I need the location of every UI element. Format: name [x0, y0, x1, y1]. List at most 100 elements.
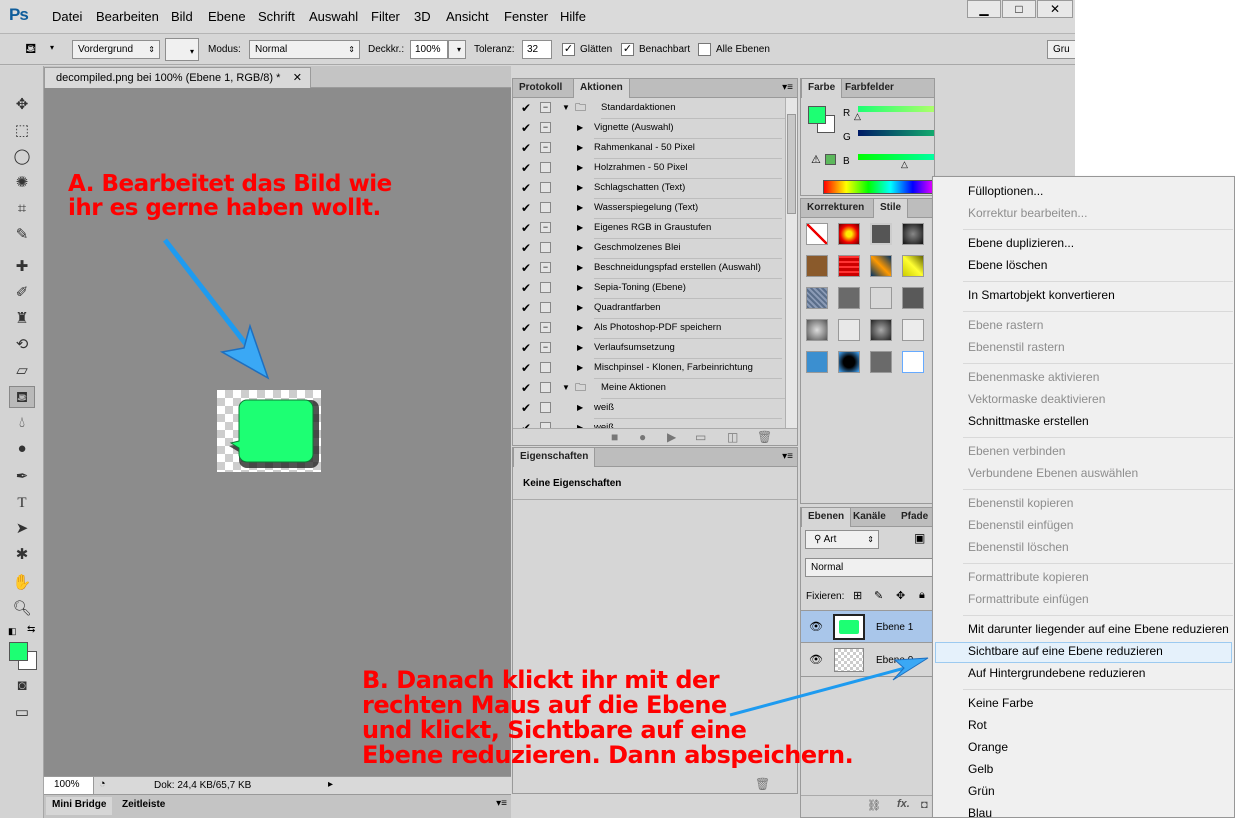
actions-scrollbar[interactable]: [785, 98, 797, 428]
action-row[interactable]: ✔ ▶ Holzrahmen - 50 Pixel: [513, 158, 785, 179]
brush-tool-icon[interactable]: ✐: [9, 282, 35, 304]
menu-ebene[interactable]: Ebene: [208, 9, 246, 24]
context-menu-item[interactable]: Ebenenstil rastern: [968, 340, 1065, 354]
dialog-toggle-icon[interactable]: [540, 282, 551, 293]
trash-icon[interactable]: 🗑︎: [757, 430, 772, 444]
web-safe-color-chip[interactable]: [825, 154, 836, 165]
stop-icon[interactable]: ■: [611, 430, 618, 444]
collapse-triangle-icon[interactable]: ▶: [577, 318, 583, 338]
checkmark-icon[interactable]: ✔: [521, 238, 531, 258]
checkmark-icon[interactable]: ✔: [521, 378, 531, 398]
action-row[interactable]: ✔ − ▶ Rahmenkanal - 50 Pixel: [513, 138, 785, 159]
foreground-color-swatch[interactable]: [9, 642, 28, 661]
checkmark-icon[interactable]: ✔: [521, 358, 531, 378]
tab-channels[interactable]: Kanäle: [847, 508, 892, 527]
action-row[interactable]: ✔ − ▶ Verlaufsumsetzung: [513, 338, 785, 359]
menu-auswahl[interactable]: Auswahl: [309, 9, 358, 24]
healing-brush-tool-icon[interactable]: ✚: [9, 256, 35, 278]
swap-colors-icon[interactable]: ⇆: [27, 624, 35, 635]
checkmark-icon[interactable]: ✔: [521, 118, 531, 138]
smoothing-checkbox[interactable]: ✓: [562, 43, 575, 56]
close-tab-icon[interactable]: ✕: [293, 71, 302, 84]
status-menu-arrow-icon[interactable]: ▸: [328, 779, 333, 790]
context-menu-item[interactable]: Keine Farbe: [968, 696, 1033, 710]
context-menu-item[interactable]: Ebenenstil einfügen: [968, 518, 1073, 532]
action-row[interactable]: ✔ ▶ Wasserspiegelung (Text): [513, 198, 785, 219]
paint-bucket-icon[interactable]: ⛾: [25, 40, 36, 59]
context-menu-item[interactable]: Ebenenstil löschen: [968, 540, 1069, 554]
context-menu-item[interactable]: Formattribute einfügen: [968, 592, 1089, 606]
context-menu-item[interactable]: Grün: [968, 784, 995, 798]
dialog-toggle-icon[interactable]: [540, 402, 551, 413]
style-swatch[interactable]: [870, 287, 892, 309]
context-menu-item[interactable]: Ebenenmaske aktivieren: [968, 370, 1099, 384]
menu-3d[interactable]: 3D: [414, 9, 431, 24]
dialog-toggle-icon[interactable]: [540, 202, 551, 213]
checkmark-icon[interactable]: ✔: [521, 398, 531, 418]
context-menu-item[interactable]: Rot: [968, 718, 987, 732]
dialog-toggle-icon[interactable]: [540, 162, 551, 173]
style-swatch[interactable]: [806, 287, 828, 309]
default-colors-icon[interactable]: ◧: [8, 626, 17, 637]
contiguous-checkbox[interactable]: ✓: [621, 43, 634, 56]
lock-image-icon[interactable]: ✎: [874, 589, 883, 602]
opacity-dropdown[interactable]: ▾: [448, 40, 466, 59]
dialog-toggle-icon[interactable]: −: [540, 122, 551, 133]
crop-tool-icon[interactable]: ⌗: [9, 198, 35, 220]
checkmark-icon[interactable]: ✔: [521, 318, 531, 338]
style-swatch[interactable]: [870, 319, 892, 341]
style-swatch[interactable]: [870, 223, 892, 245]
dialog-toggle-icon[interactable]: [540, 182, 551, 193]
context-menu-item[interactable]: Verbundene Ebenen auswählen: [968, 466, 1138, 480]
tab-swatches[interactable]: Farbfelder: [839, 79, 900, 98]
shape-tool-icon[interactable]: ✱: [9, 544, 35, 566]
move-tool-icon[interactable]: ✥: [9, 94, 35, 116]
layer-filter-select[interactable]: ⚲ Art ⇕: [805, 530, 879, 549]
color-ramp[interactable]: [823, 180, 934, 194]
mode-select[interactable]: Normal ⇕: [249, 40, 360, 59]
context-menu-item[interactable]: Korrektur bearbeiten...: [968, 206, 1087, 220]
opacity-input[interactable]: 100%: [410, 40, 448, 59]
dialog-toggle-icon[interactable]: −: [540, 222, 551, 233]
action-row[interactable]: ✔ ▶ Mischpinsel - Klonen, Farbeinrichtung: [513, 358, 785, 379]
collapse-triangle-icon[interactable]: ▶: [577, 398, 583, 418]
tab-color[interactable]: Farbe: [801, 79, 843, 98]
context-menu-item[interactable]: Mit darunter liegender auf eine Ebene re…: [968, 622, 1229, 636]
style-swatch[interactable]: [838, 287, 860, 309]
tool-preset-chevron-icon[interactable]: ▾: [50, 43, 54, 52]
menu-ansicht[interactable]: Ansicht: [446, 9, 489, 24]
red-slider-track[interactable]: [858, 106, 934, 112]
collapse-triangle-icon[interactable]: ▶: [577, 218, 583, 238]
lock-position-icon[interactable]: ✥: [896, 589, 905, 602]
green-slider-track[interactable]: [858, 130, 934, 136]
collapse-triangle-icon[interactable]: ▶: [577, 198, 583, 218]
new-action-icon[interactable]: ◫: [727, 430, 738, 444]
tab-mini-bridge[interactable]: Mini Bridge: [46, 797, 113, 815]
layer-row-selected[interactable]: 👁︎ Ebene 1: [801, 610, 934, 643]
add-mask-icon[interactable]: ◘: [921, 799, 928, 811]
lock-transparency-icon[interactable]: ⊞: [853, 589, 862, 602]
menu-datei[interactable]: Datei: [52, 9, 82, 24]
action-row[interactable]: ✔ − ▶ Beschneidungspfad erstellen (Auswahl): [513, 258, 785, 279]
blue-slider-track[interactable]: [858, 154, 934, 160]
quick-mask-icon[interactable]: ◙: [9, 675, 35, 697]
record-icon[interactable]: ●: [639, 430, 646, 444]
style-swatch[interactable]: [806, 255, 828, 277]
action-row[interactable]: ✔ ▶ Geschmolzenes Blei: [513, 238, 785, 259]
checkmark-icon[interactable]: ✔: [521, 138, 531, 158]
action-set-row[interactable]: ✔ ▼ 🗀︎ Meine Aktionen: [513, 378, 785, 399]
document-tab[interactable]: decompiled.png bei 100% (Ebene 1, RGB/8)…: [44, 67, 311, 88]
context-menu-item[interactable]: Blau: [968, 806, 992, 818]
panel-menu-icon[interactable]: ▾≡: [782, 451, 793, 462]
collapse-triangle-icon[interactable]: ▶: [577, 158, 583, 178]
collapse-triangle-icon[interactable]: ▶: [577, 278, 583, 298]
scrollbar-thumb[interactable]: [787, 114, 796, 214]
checkmark-icon[interactable]: ✔: [521, 98, 531, 118]
collapse-triangle-icon[interactable]: ▶: [577, 178, 583, 198]
collapse-triangle-icon[interactable]: ▶: [577, 338, 583, 358]
blue-slider-thumb[interactable]: △: [901, 159, 908, 170]
dialog-toggle-icon[interactable]: [540, 242, 551, 253]
context-menu-item[interactable]: Ebenenstil kopieren: [968, 496, 1073, 510]
eye-icon[interactable]: 👁︎: [809, 653, 823, 666]
style-swatch[interactable]: [902, 319, 924, 341]
